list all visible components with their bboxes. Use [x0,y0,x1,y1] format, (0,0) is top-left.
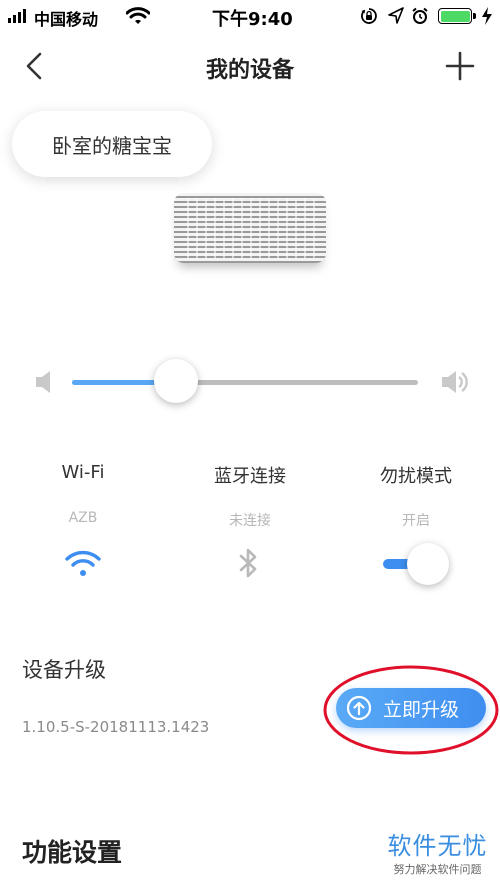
rotation-lock-icon [361,8,377,24]
dnd-status: 开启 [402,513,430,529]
wifi-label: Wi-Fi [61,462,105,483]
watermark-main-text: 软件无忧 [387,832,488,860]
page-title: 我的设备 [205,58,294,83]
upgrade-section-title: 设备升级 [22,658,106,682]
bluetooth-label: 蓝牙连接 [214,466,286,487]
speaker-image [174,193,326,263]
wifi-icon[interactable] [65,548,101,578]
watermark: 软件无忧 努力解决软件问题 [380,826,495,877]
volume-slider-thumb[interactable] [153,359,198,403]
carrier-label: 中国移动 [34,10,99,29]
firmware-version: 1.10.5-S-20181113.1423 [22,718,210,736]
status-bar: 中国移动 下午9:40 [0,0,500,34]
plus-icon[interactable] [444,50,476,82]
volume-low-icon[interactable] [34,369,56,395]
device-name: 卧室的糖宝宝 [52,133,172,158]
battery-icon [438,8,472,24]
feature-settings-title: 功能设置 [22,838,123,867]
red-annotation-ellipse [323,665,499,755]
watermark-sub-text: 努力解决软件问题 [393,863,482,876]
wifi-network-name: AZB [68,510,98,526]
alarm-icon [412,7,428,24]
clock-time: 下午9:40 [212,9,293,30]
dnd-label: 勿扰模式 [380,466,452,487]
bluetooth-status: 未连接 [229,513,271,529]
location-icon [388,7,404,24]
bluetooth-icon[interactable] [237,546,261,580]
charging-bolt-icon [482,7,492,25]
signal-icon [8,9,26,23]
device-name-chip[interactable]: 卧室的糖宝宝 [12,111,212,177]
wifi-status-icon [126,7,150,24]
volume-high-icon[interactable] [440,369,468,395]
dnd-toggle-thumb[interactable] [407,543,449,585]
